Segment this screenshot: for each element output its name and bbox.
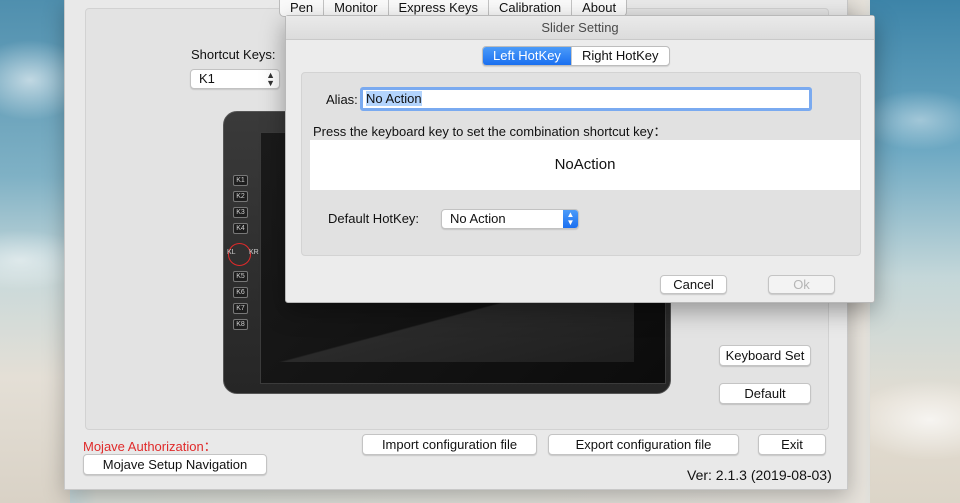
tablet-key-k8[interactable]: K8 xyxy=(233,319,248,330)
combination-key-display[interactable]: NoAction xyxy=(310,140,860,190)
mojave-authorization-label: Mojave Authorization： xyxy=(83,439,217,454)
default-hotkey-value: No Action xyxy=(450,211,506,226)
tab-express-keys[interactable]: Express Keys xyxy=(389,0,489,16)
tablet-key-k7[interactable]: K7 xyxy=(233,303,248,314)
tablet-screen-reflection xyxy=(264,302,634,362)
import-configuration-button[interactable]: Import configuration file xyxy=(362,434,537,455)
cancel-button[interactable]: Cancel xyxy=(660,275,727,294)
up-down-chevron-icon: ▲ ▼ xyxy=(266,70,275,88)
tablet-key-k2[interactable]: K2 xyxy=(233,191,248,202)
up-down-chevron-icon: ▲ ▼ xyxy=(563,210,578,228)
shortcut-keys-label: Shortcut Keys: xyxy=(191,47,276,62)
dial-left-label: KL xyxy=(227,249,236,256)
exit-button[interactable]: Exit xyxy=(758,434,826,455)
tablet-key-k6[interactable]: K6 xyxy=(233,287,248,298)
instruction-text: Press the keyboard key to set the combin… xyxy=(313,124,667,139)
tab-monitor[interactable]: Monitor xyxy=(324,0,389,16)
segment-right-hotkey[interactable]: Right HotKey xyxy=(570,47,669,65)
shortcut-keys-value: K1 xyxy=(199,71,215,86)
tablet-key-k3[interactable]: K3 xyxy=(233,207,248,218)
tab-pen[interactable]: Pen xyxy=(280,0,325,16)
alias-input-value: No Action xyxy=(366,91,422,106)
desktop-background-left xyxy=(0,0,70,503)
version-label: Ver: 2.1.3 (2019-08-03) xyxy=(687,467,832,483)
shortcut-keys-select[interactable]: K1 ▲ ▼ xyxy=(190,69,280,89)
default-hotkey-select[interactable]: No Action ▲ ▼ xyxy=(441,209,579,229)
dial-right-label: KR xyxy=(249,249,259,256)
export-configuration-button[interactable]: Export configuration file xyxy=(548,434,739,455)
combination-key-value: NoAction xyxy=(554,156,616,173)
mojave-setup-navigation-button[interactable]: Mojave Setup Navigation xyxy=(83,454,267,475)
tab-about[interactable]: About xyxy=(572,0,626,16)
hotkey-segmented-control: Left HotKey Right HotKey xyxy=(482,46,670,66)
tablet-key-k4[interactable]: K4 xyxy=(233,223,248,234)
tablet-key-k1[interactable]: K1 xyxy=(233,175,248,186)
slider-setting-dialog: Slider Setting Left HotKey Right HotKey … xyxy=(285,15,875,303)
alias-input[interactable]: No Action xyxy=(360,87,812,111)
dialog-title: Slider Setting xyxy=(286,16,874,40)
default-hotkey-label: Default HotKey: xyxy=(328,211,420,226)
tablet-key-k5[interactable]: K5 xyxy=(233,271,248,282)
segment-left-hotkey[interactable]: Left HotKey xyxy=(483,47,571,65)
tab-calibration[interactable]: Calibration xyxy=(489,0,573,16)
desktop-background-right xyxy=(870,0,960,503)
keyboard-set-button[interactable]: Keyboard Set xyxy=(719,345,811,366)
ok-button[interactable]: Ok xyxy=(768,275,835,294)
default-button[interactable]: Default xyxy=(719,383,811,404)
alias-label: Alias: xyxy=(326,92,358,107)
